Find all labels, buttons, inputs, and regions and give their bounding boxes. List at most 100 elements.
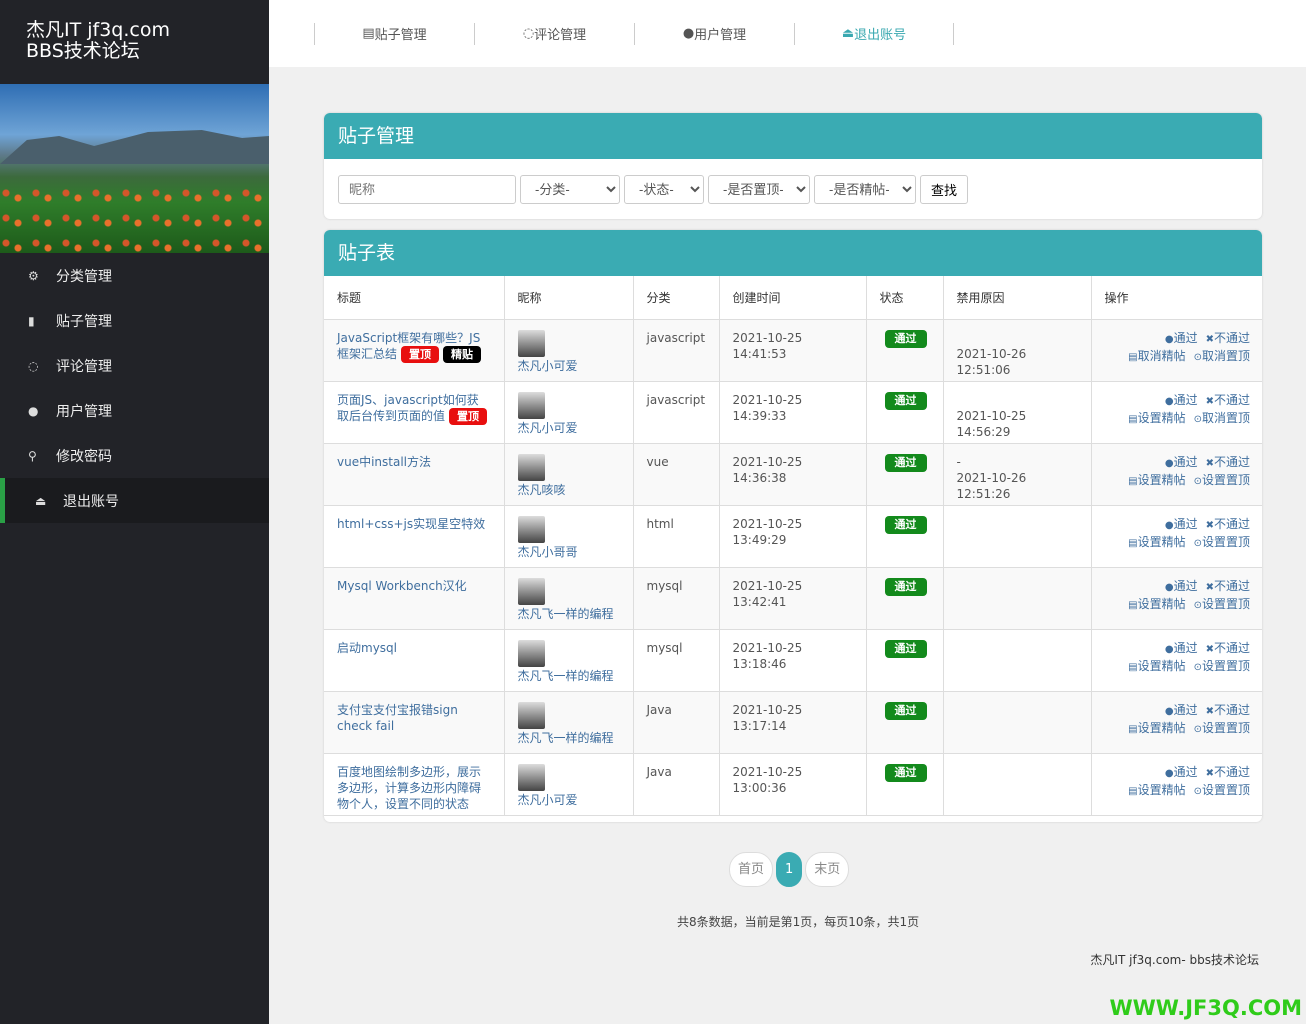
search-button[interactable]: 查找 <box>920 175 969 204</box>
sidebar-item-categories[interactable]: ⚙ 分类管理 <box>0 253 269 298</box>
reject-link[interactable]: ✖不通过 <box>1206 455 1250 469</box>
x-icon: ✖ <box>1205 581 1214 593</box>
approve-link[interactable]: ●通过 <box>1165 641 1198 655</box>
essence-label: 设置精帖 <box>1137 534 1186 549</box>
nickname-link[interactable]: 杰凡小哥哥 <box>518 545 578 559</box>
approve-link[interactable]: ●通过 <box>1165 517 1198 531</box>
sidebar-item-users[interactable]: ● 用户管理 <box>0 388 269 433</box>
essence-badge: 精贴 <box>443 345 482 363</box>
top-link[interactable]: ⊙设置置顶 <box>1194 535 1250 549</box>
reject-link[interactable]: ✖不通过 <box>1206 765 1250 779</box>
essence-label: 设置精帖 <box>1137 782 1186 797</box>
nickname-link[interactable]: 杰凡小可爱 <box>518 359 578 373</box>
posts-table: 标题 昵称 分类 创建时间 状态 禁用原因 操作 JavaScript框架有哪些？JS框架汇… <box>324 276 1262 816</box>
essence-link[interactable]: ▤设置精帖 <box>1128 783 1185 797</box>
approve-link[interactable]: ●通过 <box>1165 331 1198 345</box>
top-link[interactable]: ⊙设置置顶 <box>1194 659 1250 673</box>
status-select[interactable]: -状态- <box>624 175 704 204</box>
nickname-cell: 杰凡飞一样的编程 <box>504 567 634 630</box>
top-link[interactable]: ⊙设置置顶 <box>1194 473 1250 487</box>
reason-prefix: - <box>956 454 961 469</box>
page-1-button[interactable]: 1 <box>776 852 803 887</box>
essence-link[interactable]: ▤设置精帖 <box>1128 597 1185 611</box>
approve-link[interactable]: ●通过 <box>1165 703 1198 717</box>
column-header: 昵称 <box>504 276 634 320</box>
approve-link[interactable]: ●通过 <box>1165 765 1198 779</box>
top-nav-posts[interactable]: ▤ 贴子管理 <box>314 22 474 45</box>
nickname-link[interactable]: 杰凡小可爱 <box>518 793 578 807</box>
status-badge: 通过 <box>884 329 927 348</box>
essence-link[interactable]: ▤设置精帖 <box>1128 535 1185 549</box>
first-page-button[interactable]: 首页 <box>729 852 774 887</box>
essence-link[interactable]: ▤设置精帖 <box>1128 659 1185 673</box>
posts-icon: ▮ <box>28 313 35 328</box>
nickname-input[interactable] <box>338 175 516 204</box>
nickname-link[interactable]: 杰凡咳咳 <box>518 483 566 497</box>
top-label: 设置置顶 <box>1201 658 1250 673</box>
reject-link[interactable]: ✖不通过 <box>1206 331 1250 345</box>
nickname-link[interactable]: 杰凡飞一样的编程 <box>518 731 614 745</box>
essence-label: 设置精帖 <box>1137 472 1186 487</box>
approve-link[interactable]: ●通过 <box>1165 455 1198 469</box>
essence-link[interactable]: ▤设置精帖 <box>1128 473 1185 487</box>
sidebar-item-logout[interactable]: ⏏ 退出账号 <box>0 478 269 523</box>
sidebar-item-posts[interactable]: ▮ 贴子管理 <box>0 298 269 343</box>
post-title-link[interactable]: html+css+js实现星空特效 <box>337 517 485 531</box>
post-title-link[interactable]: 支付宝支付宝报错sign check fail <box>337 703 458 733</box>
approve-link[interactable]: ●通过 <box>1165 579 1198 593</box>
category-cell: vue <box>633 443 720 506</box>
x-icon: ✖ <box>1205 395 1214 407</box>
reject-link[interactable]: ✖不通过 <box>1206 641 1250 655</box>
top-link[interactable]: ⊙取消置顶 <box>1194 411 1250 425</box>
sidebar-item-password[interactable]: ⚲ 修改密码 <box>0 433 269 478</box>
actions-line: ▤设置精帖 ⊙设置置顶 <box>1105 658 1250 676</box>
category-select[interactable]: -分类- <box>520 175 620 204</box>
nickname-link[interactable]: 杰凡小可爱 <box>518 421 578 435</box>
category-cell: html <box>633 505 720 568</box>
last-page-button[interactable]: 末页 <box>805 852 850 887</box>
created-time: 2021-10-25 14:39:33 <box>732 392 803 423</box>
sidebar-item-label: 评论管理 <box>56 358 112 375</box>
created-time: 2021-10-25 14:36:38 <box>732 454 803 485</box>
reject-link[interactable]: ✖不通过 <box>1206 517 1250 531</box>
top-nav-users[interactable]: ● 用户管理 <box>634 22 794 45</box>
status-cell: 通过 <box>866 691 944 754</box>
sidebar-item-comments[interactable]: ◌ 评论管理 <box>0 343 269 388</box>
status-cell: 通过 <box>866 505 944 568</box>
table-row: vue中install方法杰凡咳咳 vue 2021-10-25 14:36:38 通… <box>324 443 1262 506</box>
post-title-link[interactable]: 启动mysql <box>337 641 397 655</box>
password-icon: ⚲ <box>28 448 37 463</box>
avatar <box>517 329 545 357</box>
top-link[interactable]: ⊙设置置顶 <box>1194 597 1250 611</box>
top-link[interactable]: ⊙取消置顶 <box>1194 349 1250 363</box>
post-title-link[interactable]: 百度地图绘制多边形，展示多边形，计算多边形内障碍物个人，设置不同的状态 <box>337 765 481 811</box>
reject-link[interactable]: ✖不通过 <box>1206 703 1250 717</box>
column-header: 操作 <box>1091 276 1262 320</box>
nickname-link[interactable]: 杰凡飞一样的编程 <box>518 607 614 621</box>
approve-label: 通过 <box>1173 454 1198 469</box>
actions-line: ●通过 ✖不通过 <box>1105 764 1250 782</box>
top-link[interactable]: ⊙设置置顶 <box>1194 783 1250 797</box>
watermark: WWW.JF3Q.COM <box>1109 996 1302 1020</box>
essence-link[interactable]: ▤设置精帖 <box>1128 411 1185 425</box>
nickname-link[interactable]: 杰凡飞一样的编程 <box>518 669 614 683</box>
essence-select[interactable]: -是否精帖- <box>814 175 916 204</box>
actions-line: ▤设置精帖 ⊙设置置顶 <box>1105 472 1250 490</box>
user-icon: ● <box>1164 457 1174 469</box>
reject-link[interactable]: ✖不通过 <box>1206 393 1250 407</box>
top-nav-logout[interactable]: ⏏ 退出账号 <box>794 22 954 45</box>
post-title-link[interactable]: Mysql Workbench汉化 <box>337 579 467 593</box>
reject-link[interactable]: ✖不通过 <box>1206 579 1250 593</box>
reject-label: 不通过 <box>1213 392 1250 407</box>
post-title-link[interactable]: vue中install方法 <box>337 455 431 469</box>
user-icon: ● <box>1164 643 1174 655</box>
essence-link[interactable]: ▤设置精帖 <box>1128 721 1185 735</box>
essence-link[interactable]: ▤取消精帖 <box>1128 349 1185 363</box>
approve-link[interactable]: ●通过 <box>1165 393 1198 407</box>
approve-label: 通过 <box>1173 640 1198 655</box>
top-nav-comments[interactable]: ◌ 评论管理 <box>474 22 634 45</box>
top-link[interactable]: ⊙设置置顶 <box>1194 721 1250 735</box>
top-label: 取消置顶 <box>1201 348 1250 363</box>
top-select[interactable]: -是否置顶- <box>708 175 810 204</box>
file-icon: ▤ <box>1128 785 1138 797</box>
